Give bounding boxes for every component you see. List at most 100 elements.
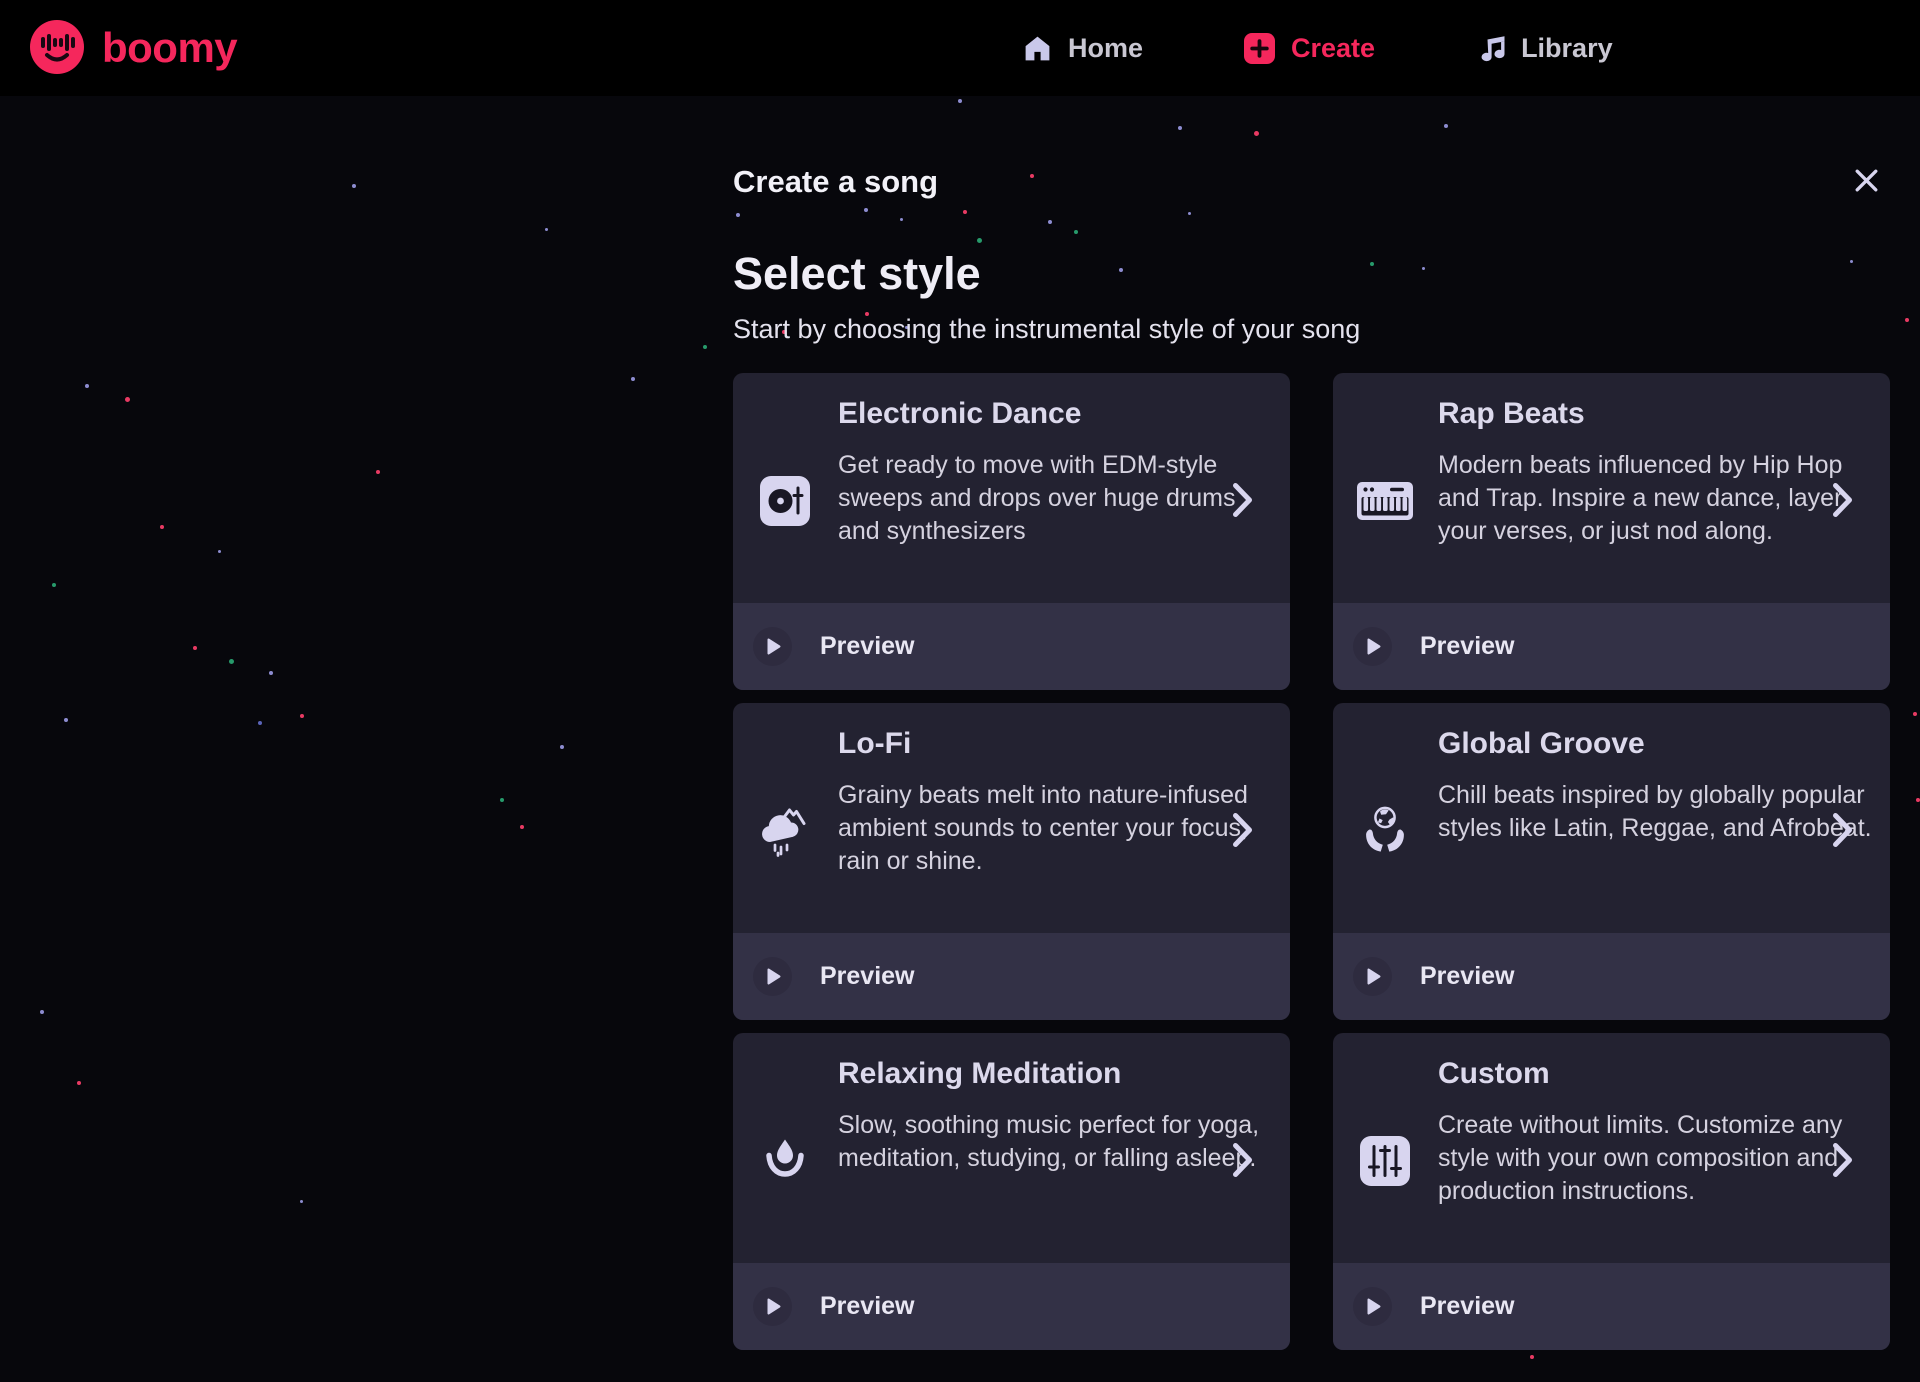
style-grid: Electronic Dance Get ready to move with … bbox=[733, 373, 1890, 1350]
style-card-body[interactable]: Relaxing Meditation Slow, soothing music… bbox=[733, 1033, 1290, 1263]
star-dot bbox=[258, 721, 262, 725]
star-dot bbox=[703, 345, 707, 349]
chevron-right-icon bbox=[1831, 481, 1854, 519]
star-dot bbox=[85, 384, 89, 388]
star-dot bbox=[1916, 798, 1920, 802]
star-dot bbox=[1530, 1355, 1534, 1359]
star-dot bbox=[1913, 712, 1917, 716]
style-title: Custom bbox=[1438, 1057, 1550, 1091]
play-icon bbox=[753, 1287, 792, 1326]
style-card-rap-beats[interactable]: Rap Beats Modern beats influenced by Hip… bbox=[1333, 373, 1890, 690]
style-title: Electronic Dance bbox=[838, 397, 1081, 431]
style-description: Create without limits. Customize any sty… bbox=[1438, 1109, 1874, 1208]
star-dot bbox=[193, 646, 197, 650]
star-dot bbox=[229, 659, 234, 664]
star-dot bbox=[1254, 131, 1259, 136]
boomy-logo-icon bbox=[28, 17, 86, 80]
style-title: Lo-Fi bbox=[838, 727, 911, 761]
style-description: Grainy beats melt into nature-infused am… bbox=[838, 779, 1274, 878]
home-icon bbox=[1022, 33, 1053, 64]
close-icon bbox=[1851, 165, 1882, 199]
preview-label: Preview bbox=[820, 632, 915, 661]
preview-label: Preview bbox=[1420, 632, 1515, 661]
style-card-lo-fi[interactable]: Lo-Fi Grainy beats melt into nature-infu… bbox=[733, 703, 1290, 1020]
lotus-icon bbox=[755, 1133, 815, 1189]
star-dot bbox=[77, 1081, 81, 1085]
hands-globe-icon bbox=[1355, 803, 1415, 859]
library-note-icon bbox=[1475, 32, 1506, 65]
step-subheading: Start by choosing the instrumental style… bbox=[733, 312, 1890, 346]
star-dot bbox=[218, 550, 221, 553]
star-dot bbox=[269, 671, 273, 675]
modal-title: Create a song bbox=[733, 150, 1890, 200]
star-dot bbox=[352, 184, 356, 188]
preview-label: Preview bbox=[1420, 1292, 1515, 1321]
star-dot bbox=[1178, 126, 1182, 130]
style-description: Modern beats influenced by Hip Hop and T… bbox=[1438, 449, 1874, 548]
top-nav: boomy Home Create Library bbox=[0, 0, 1920, 96]
style-card-body[interactable]: Custom Create without limits. Customize … bbox=[1333, 1033, 1890, 1263]
brand[interactable]: boomy bbox=[28, 0, 237, 96]
star-dot bbox=[52, 583, 56, 587]
star-dot bbox=[125, 397, 130, 402]
style-card-body[interactable]: Electronic Dance Get ready to move with … bbox=[733, 373, 1290, 603]
nav-item-library[interactable]: Library bbox=[1475, 32, 1613, 65]
star-dot bbox=[160, 525, 164, 529]
close-button[interactable] bbox=[1848, 164, 1884, 200]
chevron-right-icon bbox=[1231, 811, 1254, 849]
play-icon bbox=[753, 957, 792, 996]
style-card-relaxing-meditation[interactable]: Relaxing Meditation Slow, soothing music… bbox=[733, 1033, 1290, 1350]
play-icon bbox=[1353, 957, 1392, 996]
create-plus-icon bbox=[1243, 32, 1276, 65]
star-dot bbox=[376, 470, 380, 474]
star-dot bbox=[631, 377, 635, 381]
star-dot bbox=[958, 99, 962, 103]
style-card-body[interactable]: Lo-Fi Grainy beats melt into nature-infu… bbox=[733, 703, 1290, 933]
style-description: Chill beats inspired by globally popular… bbox=[1438, 779, 1874, 845]
chevron-right-icon bbox=[1231, 1141, 1254, 1179]
style-title: Rap Beats bbox=[1438, 397, 1585, 431]
rain-cloud-icon bbox=[755, 803, 815, 859]
brand-name: boomy bbox=[102, 24, 237, 72]
star-dot bbox=[1905, 318, 1909, 322]
style-description: Get ready to move with EDM-style sweeps … bbox=[838, 449, 1274, 548]
preview-button[interactable]: Preview bbox=[733, 933, 1290, 1020]
nav-item-create[interactable]: Create bbox=[1243, 32, 1375, 65]
nav-item-home[interactable]: Home bbox=[1022, 33, 1143, 64]
preview-label: Preview bbox=[1420, 962, 1515, 991]
play-icon bbox=[753, 627, 792, 666]
chevron-right-icon bbox=[1231, 481, 1254, 519]
star-dot bbox=[300, 1200, 303, 1203]
star-dot bbox=[560, 745, 564, 749]
style-card-electronic-dance[interactable]: Electronic Dance Get ready to move with … bbox=[733, 373, 1290, 690]
style-title: Relaxing Meditation bbox=[838, 1057, 1121, 1091]
style-card-global-groove[interactable]: Global Groove Chill beats inspired by gl… bbox=[1333, 703, 1890, 1020]
star-dot bbox=[40, 1010, 44, 1014]
keyboard-icon bbox=[1355, 473, 1415, 529]
preview-button[interactable]: Preview bbox=[733, 603, 1290, 690]
main-nav: Home Create Library bbox=[1022, 0, 1613, 96]
preview-button[interactable]: Preview bbox=[733, 1263, 1290, 1350]
play-icon bbox=[1353, 627, 1392, 666]
style-title: Global Groove bbox=[1438, 727, 1645, 761]
preview-button[interactable]: Preview bbox=[1333, 1263, 1890, 1350]
preview-button[interactable]: Preview bbox=[1333, 603, 1890, 690]
style-card-body[interactable]: Global Groove Chill beats inspired by gl… bbox=[1333, 703, 1890, 933]
star-dot bbox=[545, 228, 548, 231]
preview-label: Preview bbox=[820, 1292, 915, 1321]
star-dot bbox=[300, 714, 304, 718]
star-dot bbox=[64, 718, 68, 722]
step-heading: Select style bbox=[733, 250, 1890, 298]
star-dot bbox=[500, 798, 504, 802]
chevron-right-icon bbox=[1831, 1141, 1854, 1179]
chevron-right-icon bbox=[1831, 811, 1854, 849]
style-card-custom[interactable]: Custom Create without limits. Customize … bbox=[1333, 1033, 1890, 1350]
preview-button[interactable]: Preview bbox=[1333, 933, 1890, 1020]
sliders-icon bbox=[1355, 1133, 1415, 1189]
style-card-body[interactable]: Rap Beats Modern beats influenced by Hip… bbox=[1333, 373, 1890, 603]
preview-label: Preview bbox=[820, 962, 915, 991]
turntable-icon bbox=[755, 473, 815, 529]
create-song-panel: Create a song Select style Start by choo… bbox=[733, 150, 1890, 1350]
star-dot bbox=[1444, 124, 1448, 128]
play-icon bbox=[1353, 1287, 1392, 1326]
